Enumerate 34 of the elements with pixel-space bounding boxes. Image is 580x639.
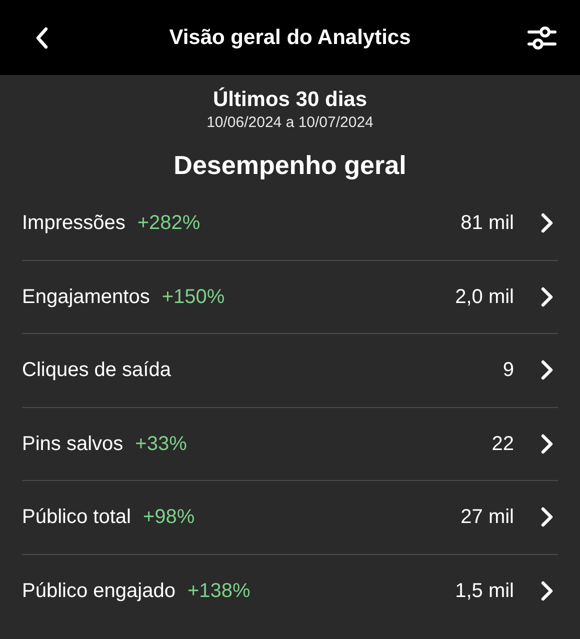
metric-label: Público total xyxy=(22,505,131,530)
period-title: Últimos 30 dias xyxy=(212,87,368,113)
metric-label: Cliques de saída xyxy=(22,358,171,384)
date-range: 10/06/2024 a 10/07/2024 xyxy=(206,113,374,133)
metric-row[interactable]: Impressões +282% 81 mil xyxy=(22,187,558,260)
metric-label: Público engajado xyxy=(22,579,176,604)
metric-change: +98% xyxy=(142,505,195,530)
metric-row[interactable]: Público engajado +138% 1,5 mil xyxy=(22,554,558,628)
chevron-right-icon xyxy=(540,286,554,308)
metric-label: Engajamentos xyxy=(22,284,150,310)
metric-label: Pins salvos xyxy=(22,432,124,457)
metric-change: +150% xyxy=(162,284,225,310)
metric-value: 9 xyxy=(502,358,514,384)
filter-settings-icon[interactable] xyxy=(526,24,558,52)
section-title: Desempenho geral xyxy=(174,149,406,181)
metric-change: +282% xyxy=(137,211,200,236)
metric-label: Impressões xyxy=(22,211,126,236)
chevron-right-icon xyxy=(540,432,554,455)
chevron-right-icon xyxy=(540,580,554,602)
metric-row[interactable]: Cliques de saída 9 xyxy=(22,334,558,408)
metric-value: 2,0 mil xyxy=(455,284,514,310)
chevron-right-icon xyxy=(540,212,554,234)
metric-change: +33% xyxy=(135,432,187,457)
metric-change: +138% xyxy=(187,579,250,604)
metric-value: 27 mil xyxy=(460,505,514,530)
metric-value: 81 mil xyxy=(460,211,514,236)
page-title: Visão geral do Analytics xyxy=(169,24,411,51)
metric-value: 22 xyxy=(492,432,514,457)
metric-row[interactable]: Público total +98% 27 mil xyxy=(22,481,558,554)
metric-value: 1,5 mil xyxy=(455,579,514,604)
metric-row[interactable]: Engajamentos +150% 2,0 mil xyxy=(22,260,558,334)
chevron-right-icon xyxy=(540,506,554,528)
metric-row[interactable]: Pins salvos +33% 22 xyxy=(22,408,558,481)
chevron-right-icon xyxy=(540,359,554,382)
